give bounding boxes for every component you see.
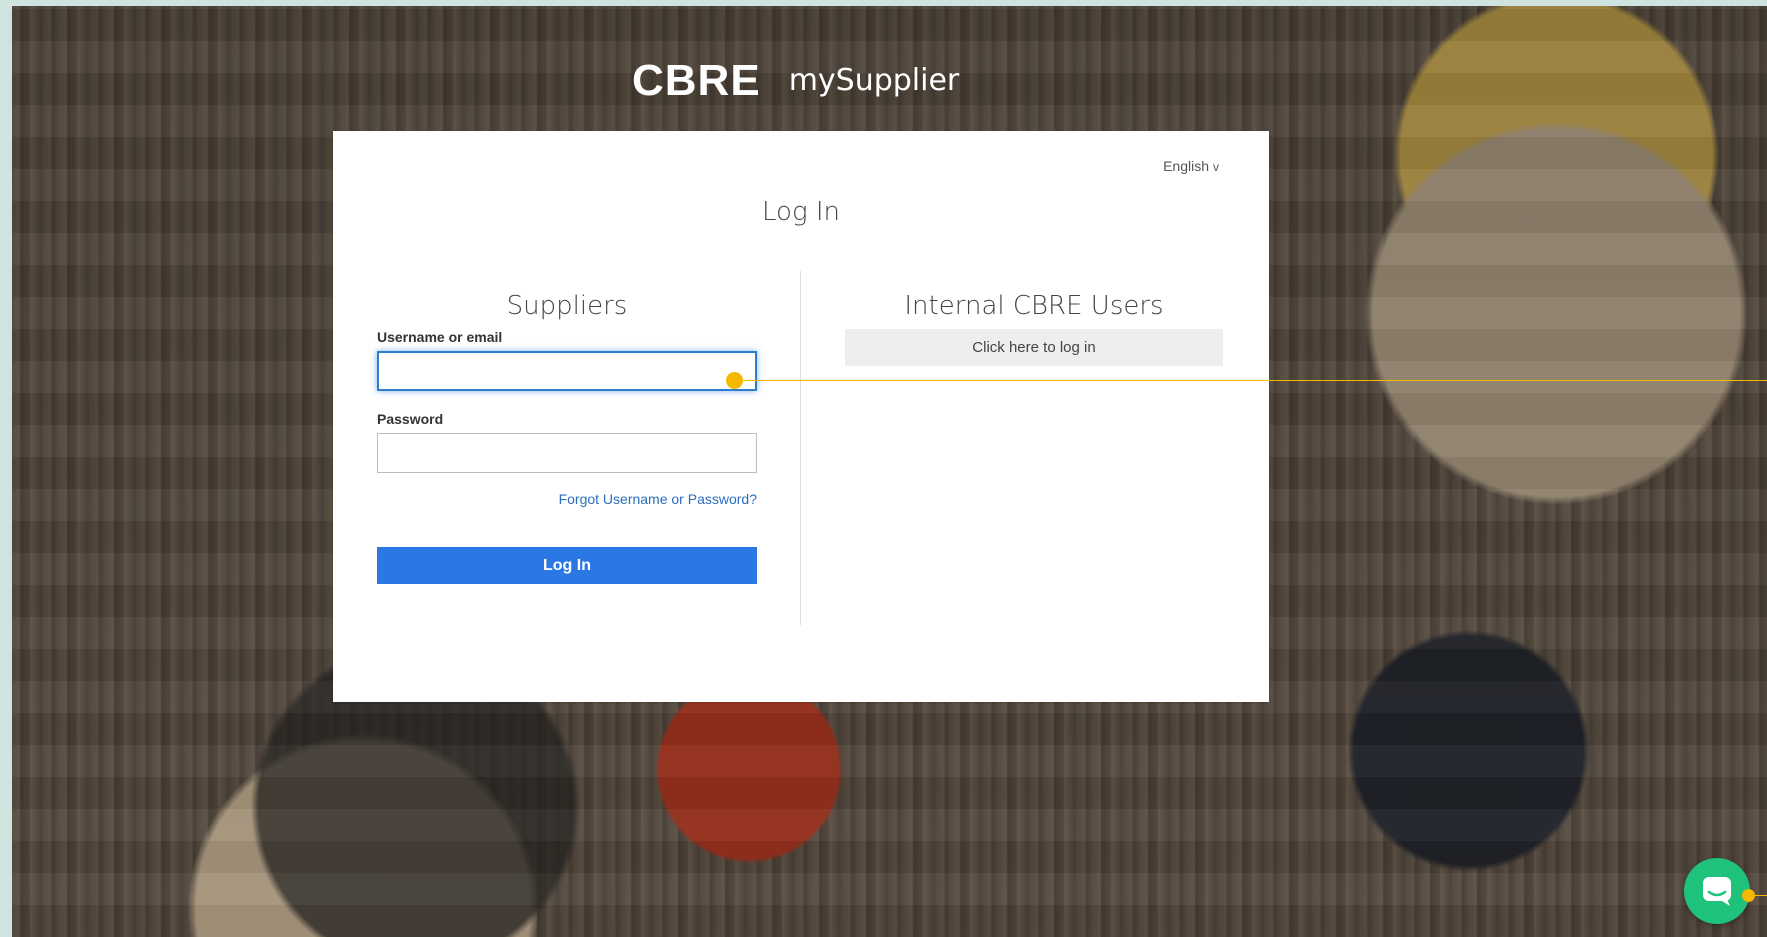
suppliers-section: Suppliers Username or email Password For… [377,291,757,584]
login-card: English v Log In Suppliers Username or em… [333,131,1269,702]
internal-login-button[interactable]: Click here to log in [845,329,1223,366]
login-button[interactable]: Log In [377,547,757,584]
chat-annotation-dot [1742,889,1755,902]
username-input[interactable] [377,351,757,391]
language-label: English [1163,158,1209,174]
username-label: Username or email [377,329,503,345]
chat-bubble-icon [1703,877,1731,906]
cbre-logo: CBRE [632,56,761,105]
column-divider [800,271,801,625]
brand-header: CBRE mySupplier [632,58,959,104]
internal-users-section: Internal CBRE Users Click here to log in [845,291,1223,366]
annotation-line [735,380,1767,381]
password-input[interactable] [377,433,757,473]
forgot-credentials-link[interactable]: Forgot Username or Password? [377,491,757,511]
internal-users-heading: Internal CBRE Users [904,291,1164,321]
suppliers-heading: Suppliers [506,291,628,321]
password-label: Password [377,411,444,427]
chevron-down-icon: v [1213,160,1219,174]
chat-launcher-button[interactable] [1684,858,1750,924]
product-name: mySupplier [788,63,960,98]
annotation-dot [726,372,743,389]
language-selector[interactable]: English v [1163,158,1219,174]
page-title: Log In [762,197,840,227]
